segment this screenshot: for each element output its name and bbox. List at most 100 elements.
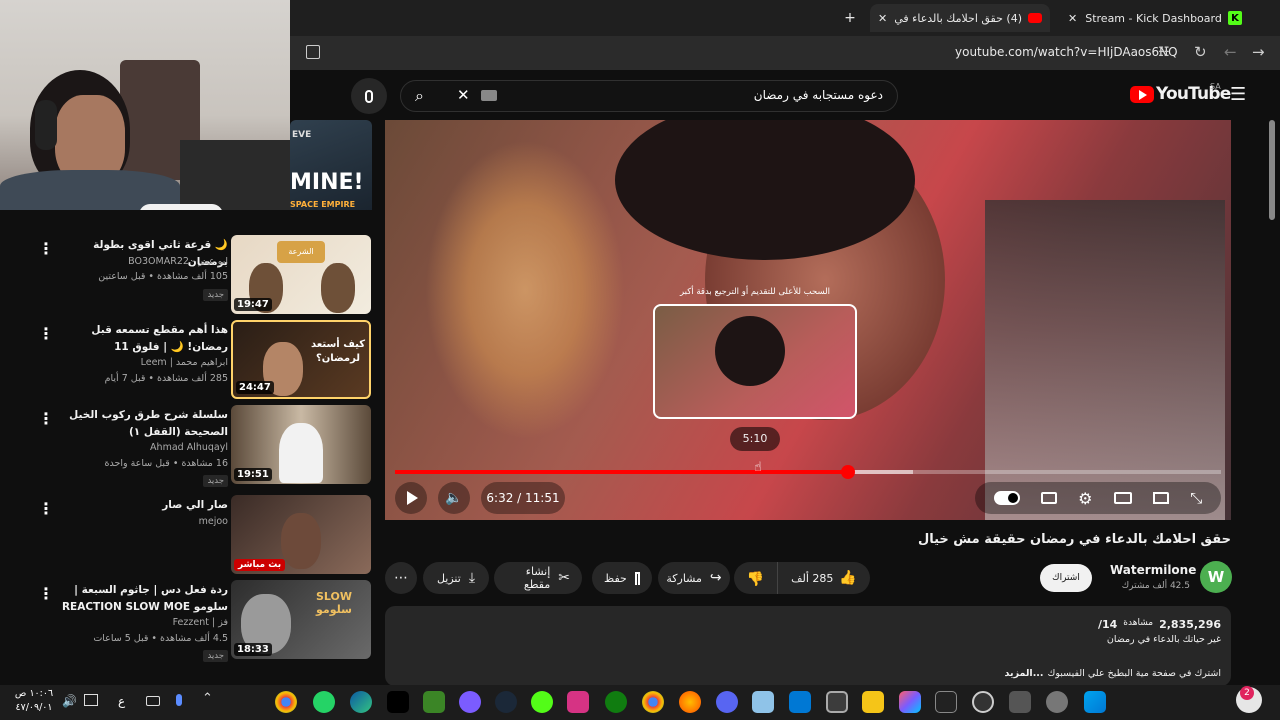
like-button[interactable]: 285 ألف 👍 bbox=[778, 562, 870, 594]
menu-icon[interactable]: ☰ bbox=[1230, 84, 1246, 105]
list-item[interactable]: ⋮ 🌙 قرعة ثاني اقوى بطولة برمضان ابو عمر … bbox=[0, 235, 376, 319]
volume-icon: 🔈 bbox=[445, 490, 463, 506]
more-vert-icon[interactable]: ⋮ bbox=[38, 499, 54, 518]
channel-name[interactable]: Watermilone bbox=[1110, 563, 1196, 577]
chrome-icon[interactable] bbox=[275, 691, 297, 713]
page-scrollbar[interactable] bbox=[1268, 100, 1276, 675]
more-link[interactable]: ...المزيد bbox=[1005, 668, 1044, 679]
chrome-icon[interactable] bbox=[642, 691, 664, 713]
discord-icon[interactable] bbox=[716, 691, 738, 713]
search-icon[interactable]: ⌕ bbox=[415, 86, 424, 106]
play-button[interactable] bbox=[395, 482, 427, 514]
edge-icon[interactable] bbox=[350, 691, 372, 713]
new-tab-icon[interactable]: + bbox=[838, 4, 862, 32]
outlook-icon[interactable] bbox=[789, 691, 811, 713]
speaker-icon[interactable]: 🔊 bbox=[62, 694, 77, 708]
subtitles-icon[interactable] bbox=[1040, 492, 1057, 504]
whatsapp-icon[interactable] bbox=[313, 691, 335, 713]
subscribe-button[interactable]: اشتراك bbox=[1040, 564, 1092, 592]
keyboard-icon[interactable] bbox=[146, 696, 160, 706]
keyboard-icon[interactable] bbox=[481, 90, 497, 101]
photos-icon[interactable] bbox=[752, 691, 774, 713]
minecraft-icon[interactable] bbox=[423, 691, 445, 713]
close-icon[interactable]: ✕ bbox=[878, 12, 887, 25]
download-icon: ⤓ bbox=[468, 570, 476, 586]
theater-mode-icon[interactable] bbox=[1113, 492, 1132, 504]
task-view-icon[interactable] bbox=[1009, 691, 1031, 713]
site-settings-icon[interactable]: ☷ bbox=[1158, 45, 1170, 60]
cast-icon[interactable] bbox=[1153, 492, 1170, 504]
list-item[interactable]: ⋮ ردة فعل دس | جاثوم السبعة | سلومو REAC… bbox=[0, 580, 376, 664]
channel-avatar[interactable]: W bbox=[1200, 561, 1232, 593]
more-vert-icon[interactable]: ⋮ bbox=[38, 584, 54, 603]
thumb-label: كيف أستعد لرمضان؟ bbox=[310, 339, 366, 364]
close-icon[interactable]: ✕ bbox=[1068, 12, 1077, 25]
input-language[interactable]: ع bbox=[118, 694, 125, 708]
file-explorer-icon[interactable] bbox=[862, 691, 884, 713]
description-box[interactable]: 2,835,296 مشاهدة 14/ غير حياتك بالدعاء ف… bbox=[385, 606, 1231, 686]
save-button[interactable]: حفظ bbox=[592, 562, 652, 594]
more-vert-icon[interactable]: ⋮ bbox=[38, 409, 54, 428]
related-meta: 16 مشاهدة • قبل ساعة واحدة bbox=[104, 458, 228, 469]
tab-kick[interactable]: ✕ Stream - Kick Dashboard bbox=[1060, 4, 1240, 32]
progress-scrubber[interactable] bbox=[841, 465, 856, 479]
clear-search-icon[interactable]: ✕ bbox=[457, 86, 470, 104]
view-count: 2,835,296 bbox=[1159, 618, 1221, 631]
capcut-icon[interactable] bbox=[935, 691, 957, 713]
github-icon[interactable] bbox=[972, 691, 994, 713]
windows-start-icon[interactable] bbox=[1084, 691, 1106, 713]
store-icon[interactable] bbox=[826, 691, 848, 713]
related-channel: Ahmad Alhuqayl bbox=[150, 442, 228, 453]
clip-button[interactable]: إنشاء مقطع ✂ bbox=[494, 562, 582, 594]
progress-played bbox=[395, 470, 849, 474]
duration: 24:47 bbox=[236, 381, 274, 394]
url-field[interactable]: youtube.com/watch?v=HIjDAaos6NQ bbox=[955, 45, 1178, 59]
more-vert-icon[interactable]: ⋮ bbox=[38, 239, 54, 258]
clock-time: ١٠:٠٦ ص bbox=[14, 688, 54, 699]
time-display: 6:32 / 11:51 bbox=[481, 482, 565, 514]
notification-count: 2 bbox=[1240, 686, 1254, 700]
forward-arrow-icon[interactable]: → bbox=[1252, 43, 1265, 61]
back-arrow-icon[interactable]: ← bbox=[1224, 43, 1237, 61]
region-code: SA bbox=[1210, 82, 1221, 91]
video-player[interactable]: السحب للأعلى للتقديم أو الترجيع بدقة أكب… bbox=[385, 120, 1231, 520]
search-icon[interactable] bbox=[1046, 691, 1068, 713]
settings-gear-icon[interactable]: ⚙ bbox=[1078, 489, 1092, 508]
reload-icon[interactable]: ↻ bbox=[1194, 43, 1207, 61]
fullscreen-icon[interactable]: ⤡ bbox=[1190, 489, 1202, 507]
voice-search-button[interactable] bbox=[351, 78, 387, 114]
download-button[interactable]: تنزيل ⤓ bbox=[423, 562, 489, 594]
firefox-icon[interactable] bbox=[679, 691, 701, 713]
screenshot-icon[interactable] bbox=[306, 45, 320, 59]
play-icon bbox=[407, 491, 418, 505]
chevron-up-icon[interactable]: ⌃ bbox=[202, 691, 213, 706]
more-actions-icon[interactable]: ⋯ bbox=[385, 562, 417, 594]
obs-icon[interactable] bbox=[459, 691, 481, 713]
xbox-icon[interactable] bbox=[605, 691, 627, 713]
related-title: صار الي صار bbox=[162, 499, 228, 511]
share-button[interactable]: مشاركة ↪ bbox=[658, 562, 730, 594]
list-item[interactable]: ⋮ صار الي صار mejoo بث مباشر bbox=[0, 495, 376, 579]
microphone-icon[interactable] bbox=[176, 694, 182, 706]
progress-bar[interactable] bbox=[395, 465, 1221, 479]
copilot-icon[interactable] bbox=[899, 691, 921, 713]
search-input[interactable]: دعوه مستجابه في رمضان bbox=[754, 88, 883, 102]
related-channel: ابو عمر - BO3OMAR22 bbox=[128, 256, 228, 267]
network-icon[interactable] bbox=[84, 694, 98, 706]
steam-icon[interactable] bbox=[495, 691, 517, 713]
list-item[interactable]: ⋮ سلسلة شرح طرق ركوب الخيل الصحيحة (القف… bbox=[0, 405, 376, 489]
autoplay-toggle[interactable] bbox=[993, 491, 1020, 505]
more-vert-icon[interactable]: ⋮ bbox=[38, 324, 54, 343]
app-icon[interactable] bbox=[567, 691, 589, 713]
notification-icon[interactable]: 2 bbox=[1236, 686, 1262, 713]
duration: 18:33 bbox=[234, 643, 272, 656]
search-box[interactable]: ⌕ ✕ دعوه مستجابه في رمضان bbox=[400, 80, 898, 112]
kick-icon[interactable] bbox=[531, 691, 553, 713]
tab-youtube[interactable]: ✕ (4) حقق احلامك بالدعاء في رمضان bbox=[870, 4, 1050, 32]
list-item[interactable]: ⋮ هذا أهم مقطع تسمعه قبل رمضان! 🌙 | فلوق… bbox=[0, 320, 376, 404]
capcut-icon[interactable] bbox=[387, 691, 409, 713]
dislike-button[interactable]: 👍 bbox=[734, 562, 778, 594]
clock[interactable]: ١٠:٠٦ ص ٤٧/٠٩/٠١ bbox=[14, 687, 54, 715]
mute-button[interactable]: 🔈 bbox=[438, 482, 470, 514]
youtube-logo-icon[interactable] bbox=[1130, 86, 1154, 103]
